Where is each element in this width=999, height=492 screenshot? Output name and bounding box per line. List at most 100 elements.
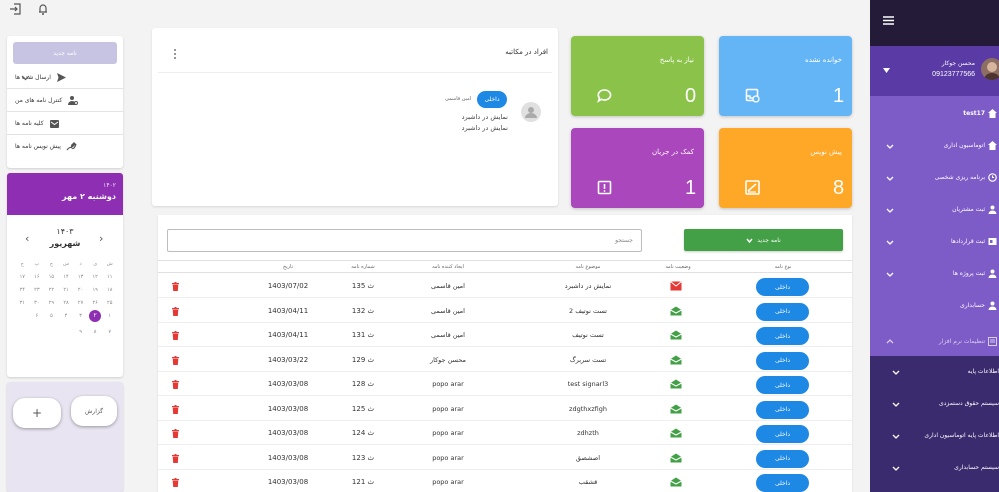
calendar-day[interactable]: ۹ [73, 329, 88, 335]
calendar-day[interactable]: ۲۳ [30, 287, 45, 293]
chevron-left-icon[interactable]: ‹ [25, 232, 29, 245]
sidebar-subitem-basic-info[interactable]: اطلاعات پایه [870, 356, 999, 388]
message-text[interactable]: نمایش در داشبرد [462, 124, 508, 132]
bell-icon[interactable] [36, 2, 50, 16]
message-text[interactable]: نمایش در داشبرد [462, 113, 508, 121]
table-row[interactable]: داخلی test signarl3 popo arar 128 ث 1403/03/… [158, 372, 852, 396]
tile-in-progress[interactable]: کمک در جریان 1 [571, 128, 704, 208]
calendar-day[interactable]: ۳۰ [30, 300, 45, 306]
menu-item-drafts[interactable]: پیش نویس نامه ها [7, 135, 123, 158]
calendar-day[interactable]: ۳ [73, 313, 88, 322]
sidebar-item-automation[interactable]: اتوماسیون اداری [870, 130, 999, 162]
letter-subject[interactable]: قشقب [538, 470, 638, 492]
menu-item-my-control[interactable]: کنترل نامه های من [7, 89, 123, 112]
sidebar-subitem-accounting-system[interactable]: سیستم حسابداری [870, 452, 999, 492]
letter-subject[interactable]: تست نوتیف [538, 323, 638, 347]
column-header-number[interactable]: شماره نامه [338, 261, 388, 274]
column-header-creator[interactable]: ایجاد کننده نامه [408, 261, 488, 274]
calendar-day[interactable]: ۲۱ [59, 287, 74, 293]
calendar-day[interactable]: ۱۱ [102, 274, 117, 280]
calendar-day[interactable]: ۳۱ [15, 300, 30, 306]
letter-subject[interactable]: تست نوتیف 2 [538, 299, 638, 323]
chevron-down-icon[interactable] [21, 73, 30, 82]
calendar-day[interactable]: ۲۶ [88, 300, 103, 306]
delete-icon[interactable] [172, 282, 179, 291]
user-profile[interactable]: محسن جوکار 09123777566 [870, 46, 999, 96]
letter-subject[interactable]: zdgthxzfigh [538, 397, 638, 421]
new-letter-button[interactable]: نامه جدید [13, 42, 117, 64]
delete-icon[interactable] [172, 306, 179, 316]
calendar-day[interactable]: ۱۲ [88, 274, 103, 280]
calendar-day[interactable]: ۲۰ [73, 287, 88, 293]
calendar-day[interactable]: ۱۶ [30, 274, 45, 280]
calendar-day[interactable]: ۲ [89, 310, 102, 322]
sidebar-item-planning[interactable]: برنامه ریزی شخصی [870, 162, 999, 194]
letter-subject[interactable]: zdhzth [538, 421, 638, 445]
letter-subject[interactable]: نمایش در داشبرد [538, 274, 638, 298]
letter-subject[interactable]: test signarl3 [538, 372, 638, 396]
sidebar-item-customers[interactable]: ثبت مشتریان [870, 194, 999, 226]
calendar-month-label[interactable]: ۱۴۰۳ شهریور [47, 227, 83, 248]
calendar-day[interactable]: ۱۵ [44, 274, 59, 280]
calendar-header-date[interactable]: دوشنبه ۲ مهر [7, 192, 116, 201]
calendar-day[interactable]: ۲۷ [73, 300, 88, 306]
delete-icon[interactable] [172, 453, 179, 463]
menu-item-sent[interactable]: ارسال شده ها [7, 66, 123, 89]
delete-icon[interactable] [172, 404, 179, 414]
letter-type-badge[interactable]: داخلی [756, 327, 809, 345]
calendar-day[interactable]: ۶ [30, 313, 45, 322]
calendar-day[interactable]: ۵ [44, 313, 59, 322]
menu-icon[interactable] [883, 16, 894, 25]
delete-icon[interactable] [172, 478, 179, 487]
table-row[interactable]: داخلی نمایش در داشبرد امین قاسمی 135 ث 1403/… [158, 274, 852, 298]
delete-icon[interactable] [172, 355, 179, 365]
letter-type-badge[interactable]: داخلی [756, 302, 809, 321]
calendar-header-year[interactable]: ۱۴۰۲ [7, 182, 116, 189]
sidebar-item-test17[interactable]: test17 [870, 98, 999, 130]
tile-unread[interactable]: خوانده نشده 1 [719, 36, 852, 116]
sidebar-item-contracts[interactable]: ثبت قراردادها [870, 226, 999, 258]
letter-type-badge[interactable]: داخلی [756, 278, 809, 296]
chevron-right-icon[interactable]: › [99, 232, 103, 245]
column-header-type[interactable]: نوع نامه [738, 261, 828, 274]
calendar-day[interactable]: ۲۸ [59, 300, 74, 306]
calendar-day[interactable]: ۱۹ [88, 287, 103, 293]
table-row[interactable]: داخلی zdhzth popo arar 124 ث 1403/03/08 [158, 421, 852, 445]
sidebar-subitem-payroll[interactable]: سیستم حقوق دستمزدی [870, 388, 999, 420]
table-row[interactable]: داخلی قشقب popo arar 121 ث 1403/03/08 [158, 470, 852, 492]
table-row[interactable]: داخلی تست نوتیف امین قاسمی 131 ث 1403/04/11 [158, 323, 852, 347]
calendar-day[interactable]: ۱۸ [102, 287, 117, 293]
letter-subject[interactable]: تست سربرگ [538, 348, 638, 372]
letter-subject[interactable]: اصشصق [538, 446, 638, 470]
calendar-day[interactable]: ۱۳ [73, 274, 88, 280]
calendar-day[interactable]: ۲۹ [44, 300, 59, 306]
table-row[interactable]: داخلی تست نوتیف 2 امین قاسمی 132 ث 1403/04/1… [158, 299, 852, 323]
calendar-day[interactable]: ۲۴ [15, 287, 30, 293]
calendar-day[interactable]: ۴ [59, 313, 74, 322]
letter-type-badge[interactable]: داخلی [756, 425, 809, 443]
letter-type-badge[interactable]: داخلی [756, 474, 809, 492]
column-header-status[interactable]: وضعیت نامه [648, 261, 708, 274]
logout-icon[interactable] [8, 2, 22, 16]
letter-type-badge[interactable]: داخلی [756, 351, 809, 370]
tile-needs-reply[interactable]: نیاز به پاسخ 0 [571, 36, 704, 116]
sidebar-subitem-automation-basic[interactable]: اطلاعات پایه اتوماسیون اداری [870, 420, 999, 452]
report-button[interactable]: گزارش [71, 396, 117, 426]
search-input[interactable]: جستجو [167, 229, 642, 252]
calendar-day[interactable]: ۱ [102, 313, 117, 322]
column-header-date[interactable]: تاریخ [258, 261, 318, 274]
add-button[interactable]: + [13, 398, 61, 428]
table-row[interactable]: داخلی تست سربرگ محسن جوکار 129 ث 1403/03/22 [158, 348, 852, 372]
calendar-day[interactable]: ۸ [88, 329, 103, 335]
tile-drafts[interactable]: پیش نویس 8 [719, 128, 852, 208]
delete-icon[interactable] [172, 429, 179, 438]
calendar-day[interactable]: ۲۲ [44, 287, 59, 293]
table-row[interactable]: داخلی zdgthxzfigh popo arar 125 ث 1403/03/08 [158, 397, 852, 421]
new-letter-dropdown-button[interactable]: نامه جدید [684, 229, 843, 251]
calendar-day[interactable]: ۱۴ [59, 274, 74, 280]
sidebar-item-settings[interactable]: تنظیمات نرم افزار [870, 326, 999, 358]
table-row[interactable]: داخلی اصشصق popo arar 123 ث 1403/03/08 [158, 446, 852, 470]
calendar-day[interactable]: ۲۵ [102, 300, 117, 306]
letter-type-badge[interactable]: داخلی [756, 449, 809, 468]
menu-item-all-letters[interactable]: کلیه نامه ها [7, 112, 123, 135]
